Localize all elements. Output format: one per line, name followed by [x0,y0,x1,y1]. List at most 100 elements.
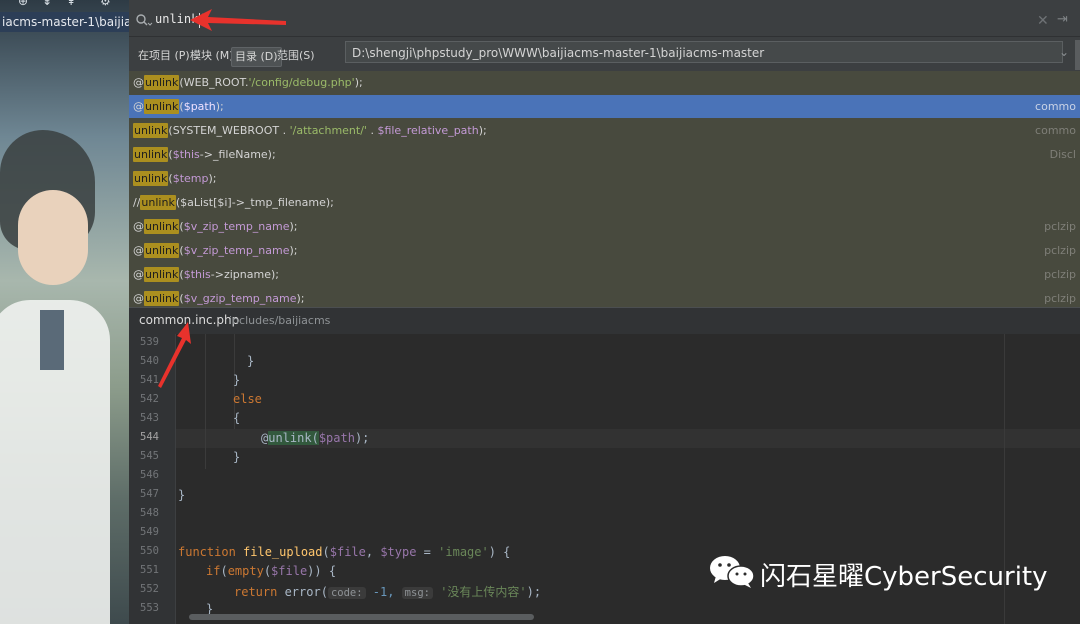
horizontal-scrollbar[interactable] [189,614,534,620]
code-token: ( [263,564,272,578]
result-string: '/config/debug.php' [248,76,355,89]
expand-icon[interactable]: ⇞ [66,0,76,8]
project-tree-item[interactable]: iacms-master-1\baijiacms [0,12,129,32]
wechat-icon [710,556,755,588]
directory-path-field[interactable]: D:\shengji\phpstudy_pro\WWW\baijiacms-ma… [345,41,1063,63]
line-number: 553 [140,602,159,614]
result-row[interactable]: @unlink(WEB_ROOT.'/config/debug.php'); [129,71,1080,94]
tab-module[interactable]: 模块 (M) [187,47,237,65]
line-number: 547 [140,488,159,500]
parameter-hint: msg: [401,587,433,599]
line-number: 546 [140,469,159,481]
wallpaper-figure-tie [40,310,64,370]
result-code: . [366,124,378,137]
code-line: } [233,450,241,464]
target-icon[interactable]: ⊕ [18,0,28,8]
code-token: ); [526,585,542,599]
code-number: -1, [365,585,402,599]
result-row-selected[interactable]: @unlink($path); commo [129,95,1080,118]
code-line: } [247,354,255,368]
result-row[interactable]: //unlink($aList[$i]->_tmp_filename); [129,191,1080,214]
result-code: (WEB_ROOT. [179,76,249,89]
code-token: )) { [307,564,337,578]
result-code: ); [296,292,305,305]
code-line: { [233,411,241,425]
result-code: ); [354,76,363,89]
code-token: ); [354,431,370,445]
result-prefix: @ [133,268,144,281]
search-icon[interactable] [135,13,153,29]
result-code: ($aList[$i]->_tmp_filename); [175,196,334,209]
result-row[interactable]: unlink($temp); [129,167,1080,190]
code-line: if(empty($file)) { [206,564,336,578]
gear-icon[interactable]: ⚙ [100,0,111,8]
parameter-hint: code: [327,587,366,599]
code-variable: $file [271,564,308,578]
result-code: ); [478,124,487,137]
match-highlight: unlink [133,147,169,162]
line-number-current: 544 [140,431,159,443]
result-variable: $this [183,268,211,281]
result-variable: $temp [172,172,209,185]
close-icon[interactable]: ✕ [1037,13,1049,29]
code-variable: $type [380,545,417,559]
annotation-arrow-icon [158,322,191,388]
code-token: ) { [488,545,511,559]
find-in-path-panel: unlink( ✕ ⇥ 在项目 (P) 模块 (M) 目录 (D) 范围(S) … [129,0,1080,624]
result-row[interactable]: @unlink($v_zip_temp_name); pclzip [129,239,1080,262]
chevron-down-icon[interactable]: ⌄ [1059,41,1069,63]
result-prefix: @ [133,100,144,113]
results-scrollbar[interactable] [1075,40,1080,70]
watermark: 闪石星曜CyberSecurity [708,552,1080,592]
tab-in-project[interactable]: 在项目 (P) [135,47,193,65]
code-variable: $file [329,545,366,559]
match-highlight: unlink [144,219,180,234]
line-number: 543 [140,412,159,424]
code-keyword: empty [227,564,264,578]
code-string: '没有上传内容' [432,585,527,599]
match-highlight: unlink [133,123,169,138]
result-prefix: @ [133,244,144,257]
line-number: 548 [140,507,159,519]
result-variable: $path [183,100,216,113]
match-highlight: unlink [140,195,176,210]
result-code: (SYSTEM_WEBROOT . [168,124,290,137]
result-code: ); [208,172,217,185]
code-keyword: if [206,564,221,578]
code-token: ( [322,545,330,559]
code-token: error( [277,585,328,599]
line-number: 552 [140,583,159,595]
result-variable: $this [172,148,200,161]
line-number: 542 [140,393,159,405]
result-file: pclzip [1044,268,1076,281]
result-row[interactable]: @unlink($v_zip_temp_name); pclzip [129,215,1080,238]
result-variable: $v_zip_temp_name [183,220,290,233]
line-number: 545 [140,450,159,462]
result-code: ->_fileName); [199,148,276,161]
line-number: 549 [140,526,159,538]
result-file: Discl [1049,148,1076,161]
result-variable: $v_zip_temp_name [183,244,290,257]
match-highlight: unlink [144,243,180,258]
result-row[interactable]: unlink(SYSTEM_WEBROOT . '/attachment/' .… [129,119,1080,142]
result-row[interactable]: unlink($this->_fileName); Discl [129,143,1080,166]
wallpaper-figure-face [18,190,88,285]
preview-file-path: includes/baijiacms [229,314,331,327]
result-code: ); [289,220,298,233]
result-row[interactable]: @unlink($this->zipname); pclzip [129,263,1080,286]
collapse-icon[interactable]: ⇟ [42,0,52,8]
result-string: '/attachment/' [289,124,367,137]
result-file: commo [1035,124,1076,137]
result-file: commo [1035,100,1076,113]
result-prefix: @ [133,292,144,305]
tab-scope[interactable]: 范围(S) [274,47,318,65]
match-highlight: unlink [144,267,180,282]
watermark-text: 闪石星曜CyberSecurity [760,562,1048,592]
left-toolbar: ⊕ ⇟ ⇞ ⚙ [0,0,129,8]
line-number: 550 [140,545,159,557]
result-code: ); [215,100,224,113]
result-variable: $v_gzip_temp_name [183,292,297,305]
results-list: @unlink(WEB_ROOT.'/config/debug.php'); @… [129,71,1080,307]
code-keyword: return [234,585,278,599]
pin-icon[interactable]: ⇥ [1057,12,1068,27]
